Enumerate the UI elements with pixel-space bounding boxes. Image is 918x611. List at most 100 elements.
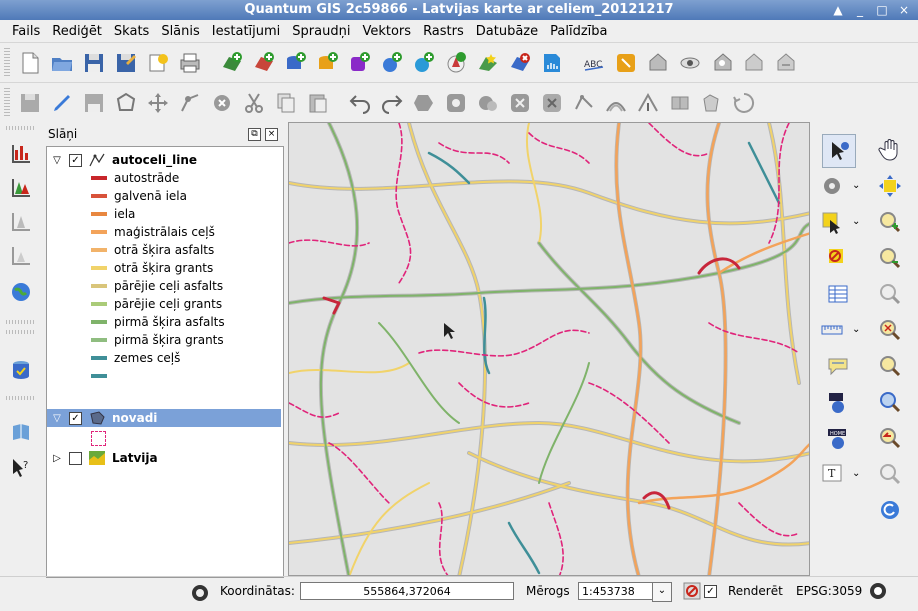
collapse-arrow-icon[interactable]: ▽ (51, 413, 63, 424)
label-show-icon[interactable] (674, 47, 706, 79)
offset-curve-icon[interactable] (600, 87, 632, 119)
database-icon[interactable] (5, 354, 37, 386)
delete-ring-icon[interactable] (504, 87, 536, 119)
zoom-full-icon[interactable] (874, 278, 906, 310)
menu-iestatijumi[interactable]: Iestatījumi (206, 24, 287, 39)
menu-datubaze[interactable]: Datubāze (470, 24, 544, 39)
undo-icon[interactable] (344, 87, 376, 119)
help-contents-icon[interactable] (5, 416, 37, 448)
add-ring-icon[interactable] (440, 87, 472, 119)
toolbar-grip[interactable] (6, 396, 36, 400)
coordinates-field[interactable]: 555864,372064 (300, 582, 514, 600)
toolbar-grip[interactable] (6, 330, 36, 334)
print-icon[interactable] (174, 47, 206, 79)
crs-status[interactable]: EPSG:3059 (796, 584, 862, 598)
cumulative-cut-icon[interactable] (5, 172, 37, 204)
render-checkbox[interactable]: ✓ (704, 585, 717, 598)
spellcheck-labels-icon[interactable]: ABC (578, 47, 610, 79)
merge-attributes-icon[interactable] (696, 87, 728, 119)
remove-layer-icon[interactable] (504, 47, 536, 79)
expand-arrow-icon[interactable]: ▷ (51, 453, 63, 464)
float-panel-button[interactable]: ⧉ (248, 128, 261, 141)
close-panel-button[interactable]: × (265, 128, 278, 141)
layer-visibility-checkbox[interactable]: ✓ (69, 153, 82, 167)
save-edits-icon[interactable] (14, 87, 46, 119)
paste-features-icon[interactable] (302, 87, 334, 119)
layer-row-autoceli[interactable]: ▽ ✓ autoceli_line (47, 151, 281, 169)
pan-map-icon[interactable] (874, 134, 906, 166)
toolbar-grip[interactable] (6, 320, 36, 324)
deselect-features-icon[interactable] (822, 242, 854, 274)
chevron-down-icon[interactable]: ⌄ (852, 468, 860, 479)
add-part-icon[interactable] (472, 87, 504, 119)
label-pin-icon[interactable] (610, 47, 642, 79)
pan-to-selection-icon[interactable] (874, 170, 906, 202)
save-layer-edits-icon[interactable] (78, 87, 110, 119)
zoom-last-icon[interactable] (874, 422, 906, 454)
run-feature-action-icon[interactable] (816, 170, 848, 202)
reshape-features-icon[interactable] (568, 87, 600, 119)
add-raster-layer-icon[interactable] (248, 47, 280, 79)
zoom-out-icon[interactable] (874, 242, 906, 274)
menu-palidziba[interactable]: Palīdzība (544, 24, 613, 39)
add-wcs-layer-icon[interactable] (408, 47, 440, 79)
map-tips-icon[interactable] (822, 350, 854, 382)
new-bookmark-icon[interactable] (822, 386, 854, 418)
layer-row-novadi[interactable]: ▽ ✓ novadi (47, 409, 281, 427)
shade-window-button[interactable]: ▲ (830, 2, 846, 18)
zoom-to-layer-icon[interactable] (874, 350, 906, 382)
text-annotation-icon[interactable]: T (816, 458, 848, 490)
projection-icon[interactable] (868, 581, 888, 601)
toggle-editing-icon[interactable] (46, 87, 78, 119)
open-project-icon[interactable] (46, 47, 78, 79)
chevron-down-icon[interactable]: ⌄ (852, 180, 860, 191)
show-bookmarks-icon[interactable]: HOME (822, 422, 854, 454)
collapse-arrow-icon[interactable]: ▽ (51, 155, 63, 166)
maximize-window-button[interactable]: □ (874, 2, 890, 18)
add-feature-icon[interactable] (110, 87, 142, 119)
zoom-native-icon[interactable] (874, 386, 906, 418)
attribute-table-icon[interactable] (822, 278, 854, 310)
layer-visibility-checkbox[interactable]: ✓ (69, 411, 82, 425)
save-as-icon[interactable] (110, 47, 142, 79)
delete-part-icon[interactable] (536, 87, 568, 119)
rotate-symbols-icon[interactable] (728, 87, 760, 119)
move-feature-icon[interactable] (142, 87, 174, 119)
chevron-down-icon[interactable]: ⌄ (852, 324, 860, 335)
split-features-icon[interactable] (632, 87, 664, 119)
measure-line-icon[interactable] (816, 314, 848, 346)
zoom-in-icon[interactable] (874, 206, 906, 238)
toolbar-grip[interactable] (6, 126, 36, 130)
label-options-icon[interactable] (770, 47, 802, 79)
stop-rendering-icon[interactable] (682, 581, 702, 601)
add-wms-layer-icon[interactable] (376, 47, 408, 79)
label-change-icon[interactable] (738, 47, 770, 79)
new-shapefile-layer-icon[interactable] (472, 47, 504, 79)
close-window-button[interactable]: × (896, 2, 912, 18)
new-print-composer-icon[interactable] (142, 47, 174, 79)
menu-skats[interactable]: Skats (108, 24, 155, 39)
scale-dropdown-button[interactable]: ⌄ (652, 582, 672, 602)
increase-brightness-icon[interactable] (5, 206, 37, 238)
select-features-icon[interactable] (816, 206, 848, 238)
menu-spraudni[interactable]: Spraudņi (286, 24, 356, 39)
menu-vektors[interactable]: Vektors (356, 24, 417, 39)
simplify-feature-icon[interactable] (408, 87, 440, 119)
new-gpx-layer-icon[interactable] (536, 47, 568, 79)
menu-slanis[interactable]: Slānis (155, 24, 205, 39)
add-mssql-layer-icon[interactable] (344, 47, 376, 79)
whats-this-icon[interactable]: ? (5, 452, 37, 484)
toggle-extents-icon[interactable] (190, 583, 210, 603)
add-postgis-layer-icon[interactable] (280, 47, 312, 79)
map-drawing[interactable] (289, 123, 810, 576)
new-project-icon[interactable] (14, 47, 46, 79)
copy-features-icon[interactable] (270, 87, 302, 119)
toolbar-grip[interactable] (4, 47, 10, 78)
globe-icon[interactable] (5, 276, 37, 308)
histogram-stretch-icon[interactable] (5, 138, 37, 170)
menu-fails[interactable]: Fails (6, 24, 46, 39)
label-rotate-icon[interactable] (706, 47, 738, 79)
add-wfs-layer-icon[interactable] (440, 47, 472, 79)
identify-features-icon[interactable] (822, 134, 856, 168)
add-spatialite-layer-icon[interactable] (312, 47, 344, 79)
